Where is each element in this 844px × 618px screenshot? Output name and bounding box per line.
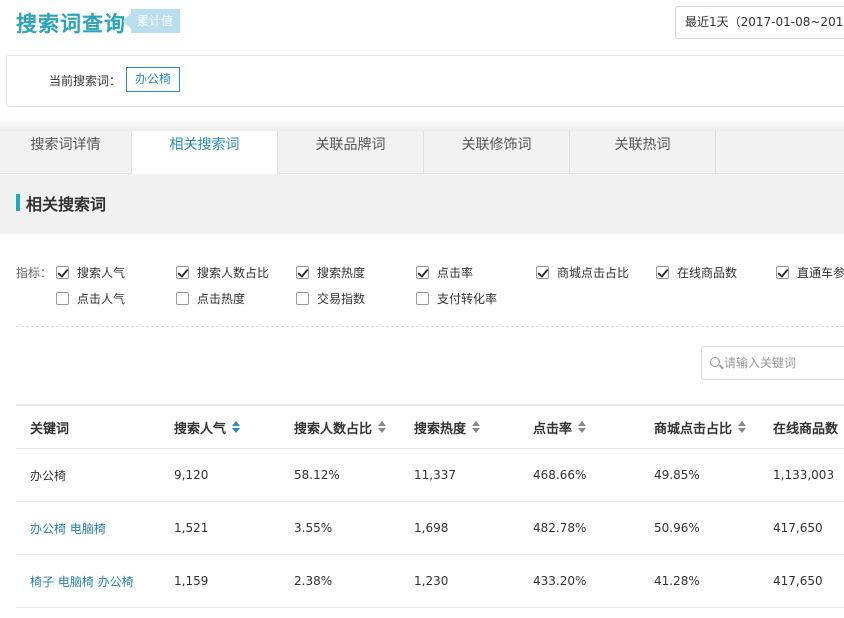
search-input[interactable] xyxy=(724,353,844,373)
metric-checkbox-online-products[interactable]: 在线商品数 xyxy=(656,265,737,281)
tab-related-modifiers[interactable]: 关联修饰词 xyxy=(424,131,570,174)
sort-icon[interactable] xyxy=(232,421,241,433)
checkbox-box[interactable] xyxy=(416,266,429,279)
metric-checkbox-trade-index[interactable]: 交易指数 xyxy=(296,291,365,307)
tabs-shadow xyxy=(0,118,844,132)
table-cell: 482.78% xyxy=(533,521,587,535)
table-cell: 58.12% xyxy=(294,468,340,482)
sort-icon[interactable] xyxy=(472,421,481,433)
current-keyword-label: 当前搜索词： xyxy=(49,74,122,88)
column-header-search-popularity[interactable]: 搜索人气 xyxy=(174,406,241,448)
table-cell: 1,521 xyxy=(174,521,209,535)
table-row: 椅子 电脑椅 办公椅 1,159 2.38% 1,230 433.20% 41.… xyxy=(16,555,844,608)
metric-label: 搜索人气 xyxy=(77,266,126,280)
column-header-searcher-share[interactable]: 搜索人数占比 xyxy=(294,406,387,448)
table-cell: 1,133,003 xyxy=(773,468,835,482)
metric-label: 商城点击占比 xyxy=(557,266,630,280)
table-cell: 49.85% xyxy=(654,468,700,482)
sort-icon[interactable] xyxy=(738,421,747,433)
metric-checkbox-search-popularity[interactable]: 搜索人气 xyxy=(56,265,125,281)
metric-checkbox-click-popularity[interactable]: 点击人气 xyxy=(56,291,125,307)
table-cell: 9,120 xyxy=(174,468,209,482)
table-cell: 41.28% xyxy=(654,574,700,588)
current-keyword-panel: 当前搜索词： 办公椅 xyxy=(6,55,844,107)
table-cell: 468.66% xyxy=(533,468,587,482)
checkbox-box[interactable] xyxy=(656,266,669,279)
sort-icon[interactable] xyxy=(378,421,387,433)
column-header-online-products[interactable]: 在线商品数 xyxy=(773,406,838,448)
table-cell: 1,230 xyxy=(414,574,449,588)
keyword-link[interactable]: 椅子 电脑椅 办公椅 xyxy=(30,555,134,607)
table-cell: 3.55% xyxy=(294,521,333,535)
table-cell: 2.38% xyxy=(294,574,333,588)
metric-checkbox-mall-click-share[interactable]: 商城点击占比 xyxy=(536,265,629,281)
metric-label: 支付转化率 xyxy=(437,292,498,306)
table-cell: 417,650 xyxy=(773,574,823,588)
checkbox-box[interactable] xyxy=(536,266,549,279)
metric-label: 搜索人数占比 xyxy=(197,266,270,280)
section-accent-bar xyxy=(16,194,20,211)
metric-checkbox-ctr[interactable]: 点击率 xyxy=(416,265,473,281)
table-row: 办公椅 9,120 58.12% 11,337 468.66% 49.85% 1… xyxy=(16,449,844,502)
page-title: 搜索词查询 xyxy=(16,12,126,36)
checkbox-box[interactable] xyxy=(176,292,189,305)
checkbox-box[interactable] xyxy=(176,266,189,279)
checkbox-box[interactable] xyxy=(56,266,69,279)
section-header: 相关搜索词 xyxy=(0,174,844,234)
metric-checkbox-ztc-price[interactable]: 直通车参考价 xyxy=(776,265,844,281)
table-cell: 11,337 xyxy=(414,468,456,482)
checkbox-box[interactable] xyxy=(56,292,69,305)
metric-checkbox-click-heat[interactable]: 点击热度 xyxy=(176,291,245,307)
tab-related-brands[interactable]: 关联品牌词 xyxy=(278,131,424,174)
tab-related-keywords[interactable]: 相关搜索词 xyxy=(132,131,278,175)
keyword-link[interactable]: 办公椅 电脑椅 xyxy=(30,502,106,554)
metric-label: 交易指数 xyxy=(317,292,366,306)
tab-keyword-detail[interactable]: 搜索词详情 xyxy=(0,131,132,174)
table-cell: 1,159 xyxy=(174,574,209,588)
keyword-cell: 办公椅 xyxy=(30,468,67,483)
date-range-select[interactable]: 最近1天（2017-01-08~2017-01-08） xyxy=(675,6,844,39)
metric-label: 点击人气 xyxy=(77,292,126,306)
tab-related-hot-words[interactable]: 关联热词 xyxy=(570,131,716,174)
checkbox-box[interactable] xyxy=(776,266,789,279)
section-title: 相关搜索词 xyxy=(26,195,107,214)
tab-bar: 搜索词详情 相关搜索词 关联品牌词 关联修饰词 关联热词 xyxy=(0,131,844,175)
table-cell: 417,650 xyxy=(773,521,823,535)
metrics-label: 指标： xyxy=(16,266,53,280)
current-keyword-chip[interactable]: 办公椅 xyxy=(126,67,181,92)
metric-label: 点击热度 xyxy=(197,292,246,306)
metric-checkbox-searcher-share[interactable]: 搜索人数占比 xyxy=(176,265,269,281)
metric-checkbox-search-heat[interactable]: 搜索热度 xyxy=(296,265,365,281)
column-header-mall-click-share[interactable]: 商城点击占比 xyxy=(654,406,747,448)
metric-label: 直通车参考价 xyxy=(797,266,844,280)
sort-icon[interactable] xyxy=(578,421,587,433)
metric-checkbox-pay-conversion[interactable]: 支付转化率 xyxy=(416,291,497,307)
column-header-keyword: 关键词 xyxy=(30,421,70,437)
cumulative-tag: 累计值 xyxy=(122,9,181,33)
table-cell: 1,698 xyxy=(414,521,449,535)
column-header-search-heat[interactable]: 搜索热度 xyxy=(414,406,481,448)
table-header: 关键词 搜索人气 搜索人数占比 搜索热度 点击率 商城点击占比 在线商品数 xyxy=(16,406,844,449)
metric-label: 在线商品数 xyxy=(677,266,738,280)
keyword-search[interactable] xyxy=(701,346,844,380)
table-cell: 433.20% xyxy=(533,574,587,588)
table-row: 办公椅 电脑椅 1,521 3.55% 1,698 482.78% 50.96%… xyxy=(16,502,844,555)
search-icon xyxy=(710,357,720,367)
table-cell: 50.96% xyxy=(654,521,700,535)
metric-label: 点击率 xyxy=(437,266,474,280)
column-header-ctr[interactable]: 点击率 xyxy=(533,406,587,448)
divider xyxy=(16,326,844,327)
related-keywords-table: 关键词 搜索人气 搜索人数占比 搜索热度 点击率 商城点击占比 在线商品数 办公… xyxy=(16,404,844,608)
checkbox-box[interactable] xyxy=(296,266,309,279)
checkbox-box[interactable] xyxy=(296,292,309,305)
metric-label: 搜索热度 xyxy=(317,266,366,280)
checkbox-box[interactable] xyxy=(416,292,429,305)
